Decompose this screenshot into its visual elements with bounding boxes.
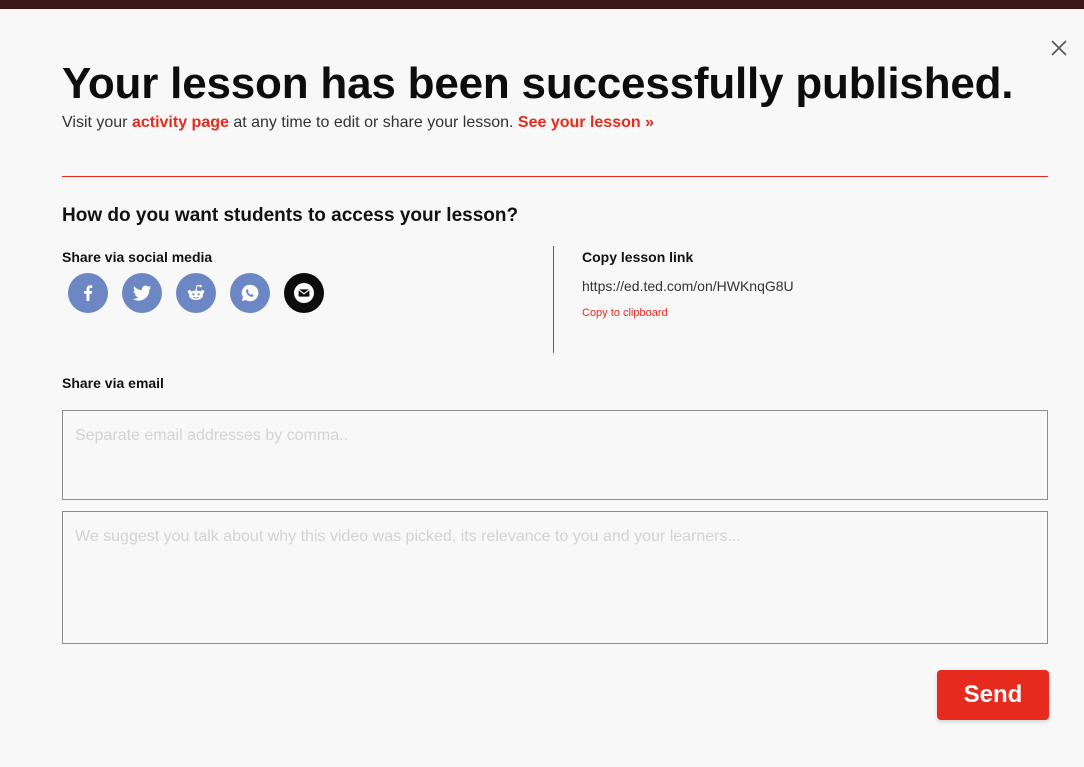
email-message-input[interactable] [62,511,1048,644]
email-icon [294,283,314,303]
reddit-icon [187,284,205,300]
activity-page-link[interactable]: activity page [132,114,229,131]
lesson-link-url: https://ed.ted.com/on/HWKnqG8U [582,278,794,294]
social-media-label: Share via social media [62,249,213,265]
whatsapp-share-button[interactable] [230,273,270,313]
social-share-buttons [68,273,324,313]
modal-title: Your lesson has been successfully publis… [62,59,1014,108]
access-question: How do you want students to access your … [62,205,519,226]
section-separator [553,246,554,353]
publish-success-modal: Your lesson has been successfully publis… [0,9,1084,767]
top-strip [0,0,1084,9]
copy-lesson-link-label: Copy lesson link [582,249,694,265]
twitter-share-button[interactable] [122,273,162,313]
facebook-share-button[interactable] [68,273,108,313]
facebook-icon [84,285,93,301]
close-icon [1051,40,1067,56]
subtitle-middle: at any time to edit or share your lesson… [228,114,518,131]
close-button[interactable] [1046,35,1072,61]
modal-subtitle: Visit your activity page at any time to … [62,114,654,132]
share-via-email-label: Share via email [62,375,164,391]
email-share-button[interactable] [284,273,324,313]
send-button[interactable]: Send [937,670,1049,720]
reddit-share-button[interactable] [176,273,216,313]
whatsapp-icon [241,284,259,302]
see-your-lesson-link[interactable]: See your lesson » [518,114,654,131]
divider [62,176,1048,177]
email-addresses-input[interactable] [62,410,1048,500]
subtitle-prefix: Visit your [62,114,132,131]
twitter-icon [132,285,152,301]
copy-to-clipboard-link[interactable]: Copy to clipboard [582,307,668,319]
